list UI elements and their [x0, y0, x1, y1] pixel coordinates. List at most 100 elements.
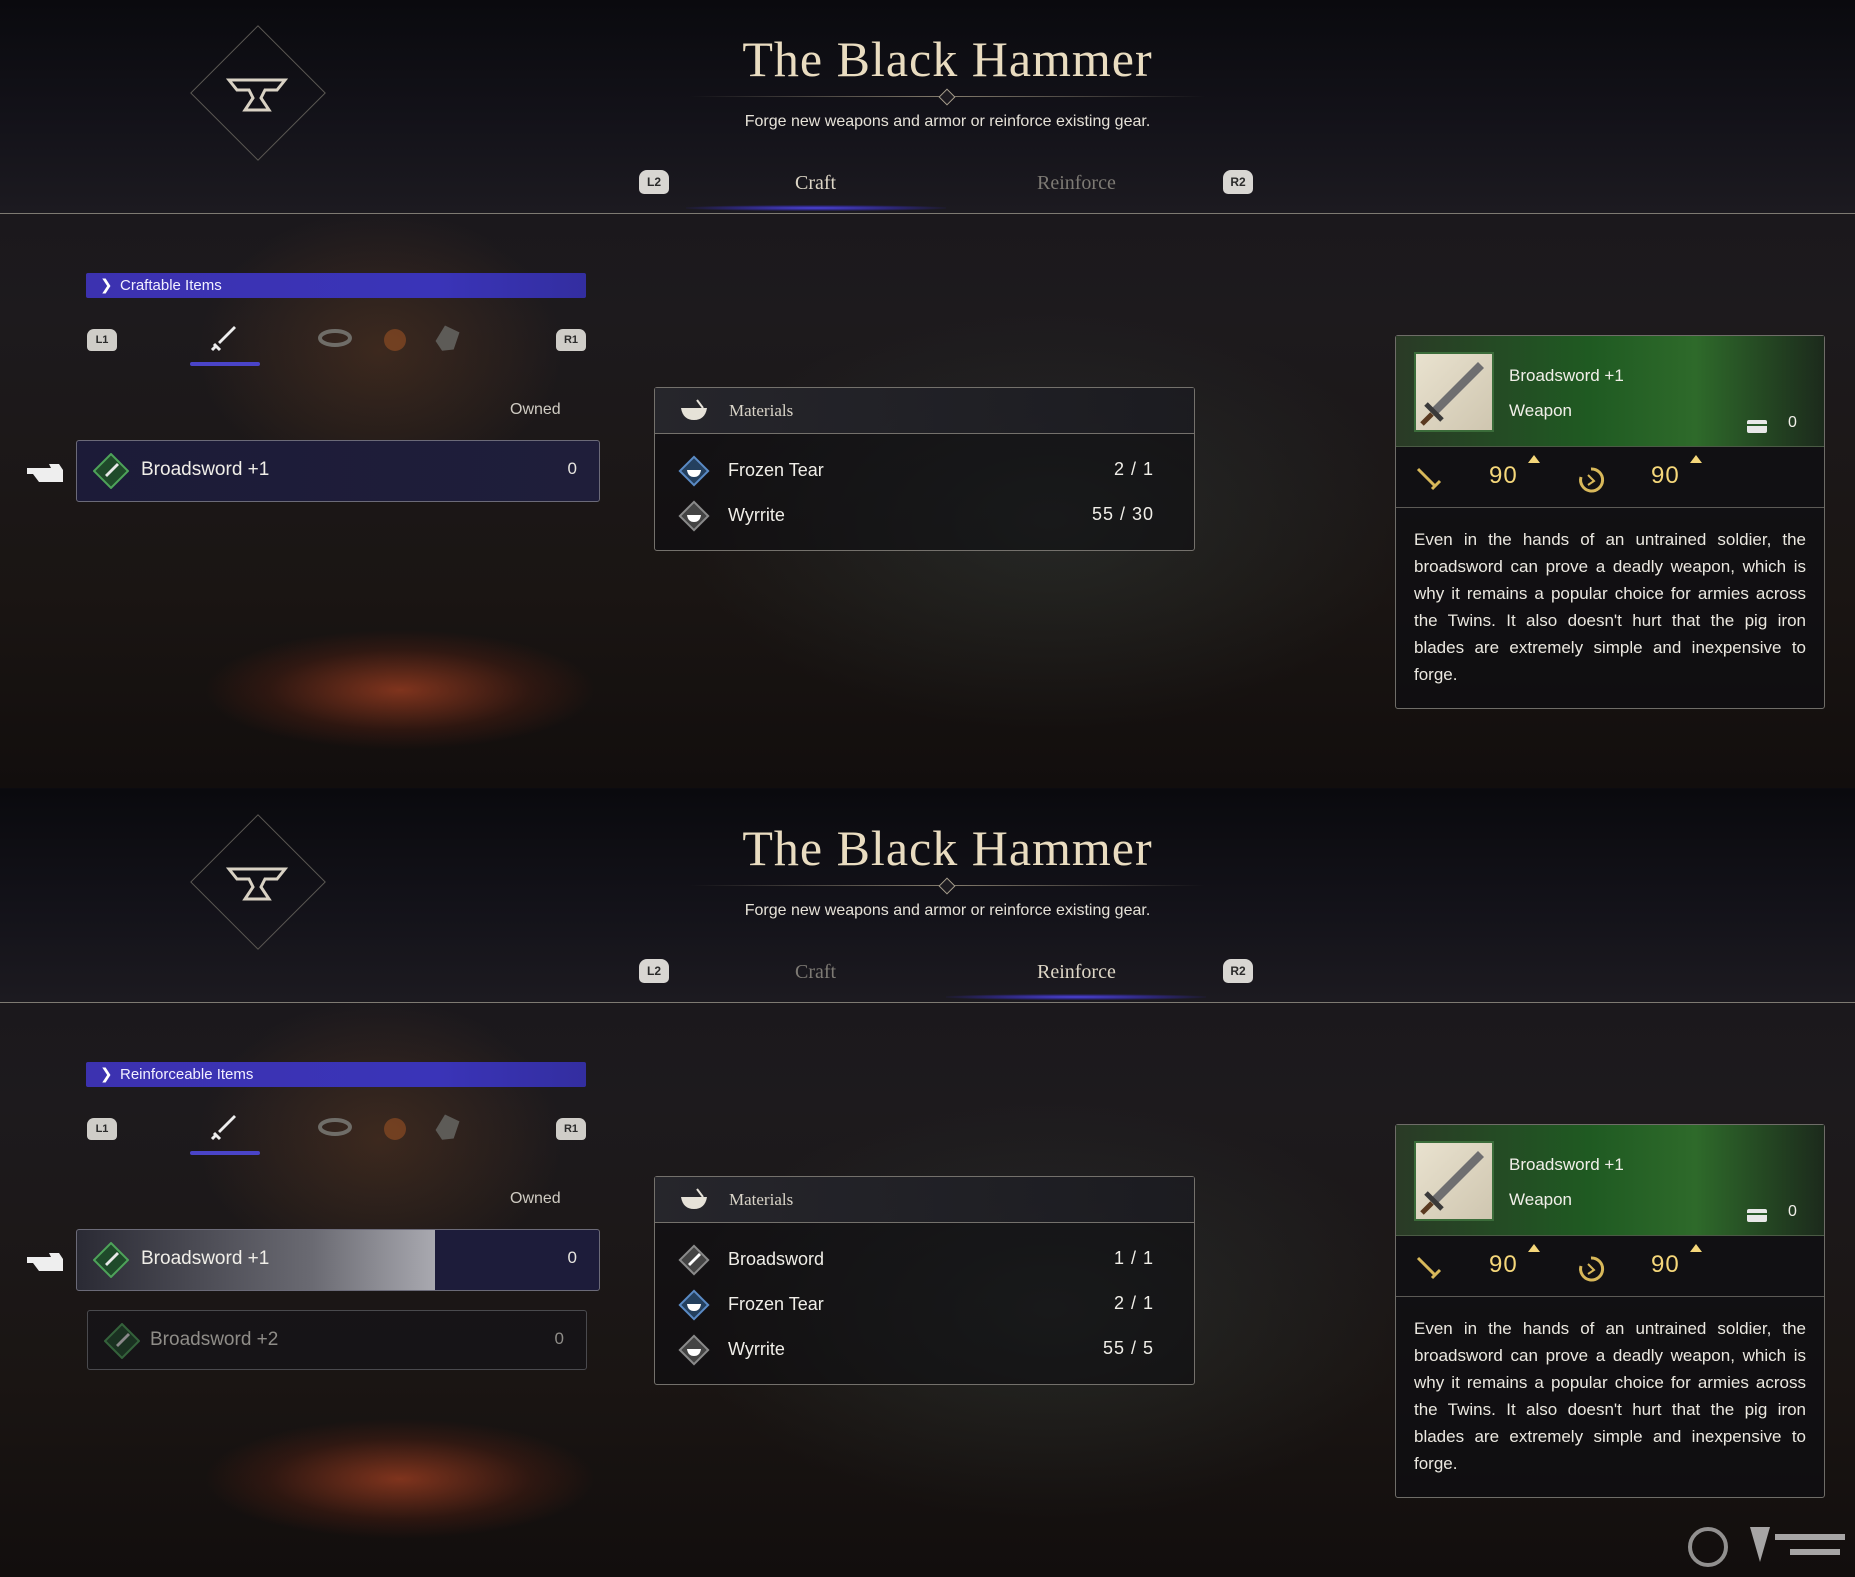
bowl-icon: [681, 1188, 707, 1209]
l1-button[interactable]: L1: [87, 1118, 117, 1140]
item-owned-count: 0: [567, 459, 577, 478]
item-details-panel: Broadsword +1 Weapon 0 90 90 Even in the…: [1395, 1124, 1825, 1498]
increase-arrow-icon: [1690, 455, 1702, 463]
item-row-broadsword-2[interactable]: Broadsword +2 0: [87, 1310, 587, 1370]
materials-header: Materials: [655, 1177, 1194, 1223]
active-tab-indicator: [946, 994, 1206, 1000]
l1-button[interactable]: L1: [87, 329, 117, 351]
bowl-icon: [678, 500, 710, 532]
materials-label: Materials: [729, 1190, 794, 1209]
item-details-panel: Broadsword +1 Weapon 0 90 90 Even in the…: [1395, 335, 1825, 709]
sword-icon: [104, 1323, 140, 1359]
ring-icon[interactable]: [317, 1109, 353, 1145]
section-label: Craftable Items: [120, 277, 222, 294]
materials-label: Materials: [729, 401, 794, 420]
header: The Black Hammer Forge new weapons and a…: [0, 0, 1855, 214]
material-row: Wyrrite 55 / 5: [655, 1327, 1194, 1372]
sword-icon: [93, 1242, 129, 1278]
attack-icon: [1416, 467, 1442, 491]
stagger-icon: [1579, 467, 1605, 493]
chevron-right-icon: ❯: [100, 1066, 113, 1083]
item-row-broadsword-1[interactable]: Broadsword +1 0: [76, 440, 600, 502]
craft-screen: The Black Hammer Forge new weapons and a…: [0, 0, 1855, 788]
tab-reinforce[interactable]: Reinforce: [1037, 172, 1116, 195]
reinforce-screen: The Black Hammer Forge new weapons and a…: [0, 789, 1855, 1577]
section-header: ❯ Reinforceable Items: [86, 1062, 586, 1087]
stagger-value: 90: [1651, 1251, 1680, 1278]
item-thumbnail: [1414, 352, 1494, 432]
page-subtitle: Forge new weapons and armor or reinforce…: [744, 113, 1151, 130]
materials-panel: Materials Broadsword 1 / 1 Frozen Tear 2…: [654, 1176, 1195, 1385]
active-category-indicator: [190, 1151, 260, 1155]
title-ornament: [938, 88, 956, 106]
material-row: Wyrrite 55 / 30: [655, 493, 1194, 538]
material-count: 2 / 1: [1113, 459, 1154, 479]
material-count: 55 / 5: [1102, 1338, 1154, 1358]
item-description: Even in the hands of an untrained soldie…: [1414, 1319, 1806, 1473]
r1-button[interactable]: R1: [556, 329, 586, 351]
materials-header: Materials: [655, 388, 1194, 434]
item-name: Broadsword +2: [150, 1329, 279, 1350]
increase-arrow-icon: [1528, 1244, 1540, 1252]
chest-icon: [1747, 420, 1767, 433]
item-thumbnail: [1414, 1141, 1494, 1221]
bowl-icon: [681, 399, 707, 420]
tab-craft[interactable]: Craft: [795, 961, 836, 984]
tab-reinforce[interactable]: Reinforce: [1037, 961, 1116, 984]
item-type: Weapon: [1509, 401, 1573, 420]
item-owned-count: 0: [1788, 414, 1797, 431]
orb-icon[interactable]: [377, 1109, 413, 1145]
increase-arrow-icon: [1528, 455, 1540, 463]
attack-value: 90: [1489, 462, 1518, 489]
l2-button[interactable]: L2: [639, 170, 669, 194]
active-tab-indicator: [686, 205, 946, 211]
orb-icon[interactable]: [377, 320, 413, 356]
item-name: Broadsword +1: [1509, 1155, 1624, 1174]
item-description: Even in the hands of an untrained soldie…: [1414, 530, 1806, 684]
bowl-icon: [678, 1289, 710, 1321]
pointing-hand-icon: [27, 464, 63, 482]
material-row: Frozen Tear 2 / 1: [655, 448, 1194, 493]
item-owned-count: 0: [554, 1329, 564, 1348]
attack-icon: [1416, 1256, 1442, 1280]
material-name: Frozen Tear: [728, 460, 824, 480]
r1-button[interactable]: R1: [556, 1118, 586, 1140]
material-name: Frozen Tear: [728, 1294, 824, 1314]
item-name: Broadsword +1: [1509, 366, 1624, 385]
item-name: Broadsword +1: [141, 1248, 270, 1269]
material-name: Broadsword: [728, 1249, 825, 1269]
tab-craft[interactable]: Craft: [795, 172, 836, 195]
material-name: Wyrrite: [728, 505, 785, 525]
l2-button[interactable]: L2: [639, 959, 669, 983]
material-count: 55 / 30: [1091, 504, 1154, 524]
attack-value: 90: [1489, 1251, 1518, 1278]
stats-row: 90 90: [1396, 447, 1824, 508]
material-row: Broadsword 1 / 1: [655, 1237, 1194, 1282]
details-header: Broadsword +1 Weapon 0: [1396, 1125, 1824, 1236]
sword-icon: [678, 1244, 710, 1276]
stagger-value: 90: [1651, 462, 1680, 489]
page-subtitle: Forge new weapons and armor or reinforce…: [744, 902, 1151, 919]
pointing-hand-icon: [27, 1253, 63, 1271]
r2-button[interactable]: R2: [1223, 170, 1253, 194]
item-name: Broadsword +1: [141, 459, 270, 480]
stats-row: 90 90: [1396, 1236, 1824, 1297]
armor-icon[interactable]: [430, 1109, 466, 1145]
bowl-icon: [678, 1334, 710, 1366]
sword-icon[interactable]: [206, 1109, 242, 1145]
materials-panel: Materials Frozen Tear 2 / 1 Wyrrite 55 /…: [654, 387, 1195, 551]
material-count: 1 / 1: [1113, 1248, 1154, 1268]
owned-column-header: Owned: [510, 401, 561, 418]
ring-icon[interactable]: [317, 320, 353, 356]
item-row-broadsword-1[interactable]: Broadsword +1 0: [76, 1229, 600, 1291]
r2-button[interactable]: R2: [1223, 959, 1253, 983]
item-owned-count: 0: [1788, 1203, 1797, 1220]
title-ornament: [938, 877, 956, 895]
armor-icon[interactable]: [430, 320, 466, 356]
item-owned-count: 0: [567, 1248, 577, 1267]
owned-column-header: Owned: [510, 1190, 561, 1207]
section-header: ❯ Craftable Items: [86, 273, 586, 298]
sword-icon[interactable]: [206, 320, 242, 356]
broadsword-image-icon: [1420, 362, 1484, 426]
stagger-icon: [1579, 1256, 1605, 1282]
